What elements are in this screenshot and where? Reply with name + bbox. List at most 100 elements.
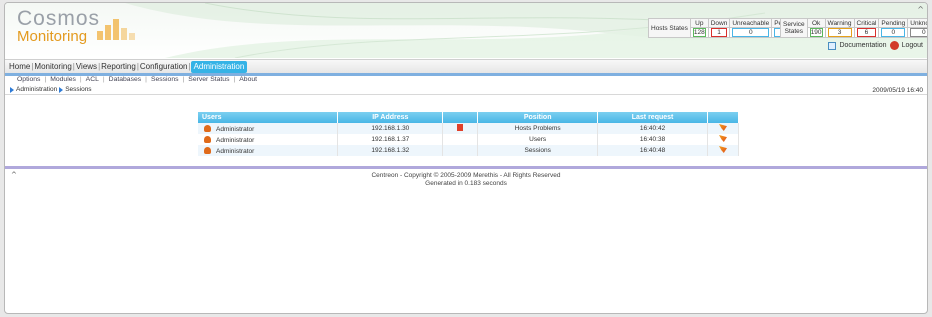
position-icon-cell [442,134,479,145]
user-name: Administrator [216,136,255,144]
footer-generated: Generated in 0.183 seconds [425,180,507,187]
svc-pending-value[interactable]: 0 [881,28,906,37]
host-states-label: Hosts States [648,18,691,38]
main-menu: Home | Monitoring | Views | Reporting | Conf… [5,59,927,73]
svc-col-ok: Ok [806,18,826,28]
host-up-count[interactable]: 128 [689,27,709,38]
menu-administration[interactable]: Administration [190,60,248,73]
svc-ok-count[interactable]: 190 [806,27,826,38]
table-row: Administrator 192.168.1.32 Sessions 16:4… [198,145,739,156]
last-request: 16:40:42 [597,123,708,134]
host-down-value[interactable]: 1 [710,28,728,37]
document-icon[interactable] [457,124,464,131]
header-links: Documentation Logout [828,41,923,50]
footer-divider [5,166,927,169]
col-header-position-icon [442,112,479,123]
service-states-table: Service States Ok Warning Critical Pendi… [780,18,927,38]
svc-warning-value[interactable]: 3 [827,28,852,37]
kick-session-icon[interactable] [719,146,727,153]
service-states-label: Service States [780,18,808,38]
host-up-value[interactable]: 128 [692,28,706,37]
menu-monitoring[interactable]: Monitoring [33,62,72,71]
user-cell: Administrator [198,134,339,145]
breadcrumb-sessions[interactable]: Sessions [65,86,91,93]
submenu-separator: | [233,76,236,83]
submenu-options[interactable]: Options [17,76,40,85]
menu-home[interactable]: Home [8,62,31,71]
submenu-separator: | [79,76,82,83]
svc-col-unknown: Unknown [907,18,927,28]
user-name: Administrator [216,125,255,133]
logo-text-cosmos: Cosmos [17,7,101,30]
col-header-actions [707,112,739,123]
breadcrumb-administration[interactable]: Administration [16,86,57,93]
user-cell: Administrator [198,123,339,134]
documentation-icon[interactable] [828,41,837,50]
breadcrumb-arrow-icon [59,86,64,93]
documentation-link[interactable]: Documentation [839,42,886,49]
ip-address: 192.168.1.37 [337,134,444,145]
user-name: Administrator [216,147,255,155]
ip-address: 192.168.1.30 [337,123,444,134]
col-header-ip-address: IP Address [337,112,444,123]
col-header-last-request: Last request [597,112,708,123]
user-icon [204,124,211,132]
last-request: 16:40:38 [597,134,708,145]
submenu-server-status[interactable]: Server Status [188,76,229,85]
logo[interactable]: Cosmos Monitoring [17,7,101,45]
action-cell [707,145,739,156]
logo-mosaic-icon [95,19,137,41]
host-down-count[interactable]: 1 [707,27,731,38]
logo-text-monitoring: Monitoring [17,28,88,45]
position: Hosts Problems [477,123,599,134]
submenu-modules[interactable]: Modules [50,76,76,85]
user-icon [204,146,211,154]
action-cell [707,134,739,145]
ip-address: 192.168.1.32 [337,145,444,156]
breadcrumb: Administration Sessions [5,85,927,95]
col-header-users: Users [198,112,339,123]
footer: Centreon - Copyright © 2005-2009 Merethi… [5,172,927,188]
breadcrumb-arrow-icon [10,86,14,93]
svc-unknown-value[interactable]: 0 [910,28,927,37]
svc-col-critical: Critical [853,18,880,28]
kick-session-icon[interactable] [719,124,727,131]
submenu-acl[interactable]: ACL [86,76,99,85]
svc-critical-value[interactable]: 6 [856,28,877,37]
host-col-unreachable: Unreachable [729,18,773,28]
host-col-up: Up [689,18,709,28]
position: Sessions [477,145,599,156]
submenu-separator: | [44,76,47,83]
host-unreachable-value[interactable]: 0 [732,28,770,37]
svc-ok-value[interactable]: 190 [809,28,823,37]
sessions-table: Users IP Address Position Last request A… [198,112,739,156]
table-row: Administrator 192.168.1.30 Hosts Problem… [198,123,739,134]
header: Cosmos Monitoring ^ Hosts States Up Down… [5,3,927,58]
submenu-databases[interactable]: Databases [109,76,142,85]
submenu-about[interactable]: About [239,76,257,85]
logout-icon[interactable] [889,41,899,50]
submenu-sessions[interactable]: Sessions [151,76,179,85]
menu-views[interactable]: Views [75,62,98,71]
svc-warning-count[interactable]: 3 [824,27,855,38]
host-states-table: Hosts States Up Down Unreachable Pending… [648,18,802,38]
table-row: Administrator 192.168.1.37 Users 16:40:3… [198,134,739,145]
user-cell: Administrator [198,145,339,156]
user-icon [204,135,211,143]
menu-configuration[interactable]: Configuration [139,62,189,71]
logout-link[interactable]: Logout [902,42,923,49]
host-col-down: Down [707,18,731,28]
host-unreachable-count[interactable]: 0 [729,27,773,38]
application-frame: Cosmos Monitoring ^ Hosts States Up Down… [4,2,928,314]
kick-session-icon[interactable] [719,135,727,142]
svc-pending-count[interactable]: 0 [878,27,909,38]
collapse-header-icon[interactable]: ^ [917,5,924,14]
svc-critical-count[interactable]: 6 [853,27,880,38]
svc-unknown-count[interactable]: 0 [907,27,927,38]
action-cell [707,123,739,134]
svc-col-warning: Warning [824,18,855,28]
footer-copyright: Centreon - Copyright © 2005-2009 Merethi… [371,172,561,179]
menu-reporting[interactable]: Reporting [100,62,137,71]
submenu-separator: | [145,76,147,83]
position-icon-cell [442,145,479,156]
